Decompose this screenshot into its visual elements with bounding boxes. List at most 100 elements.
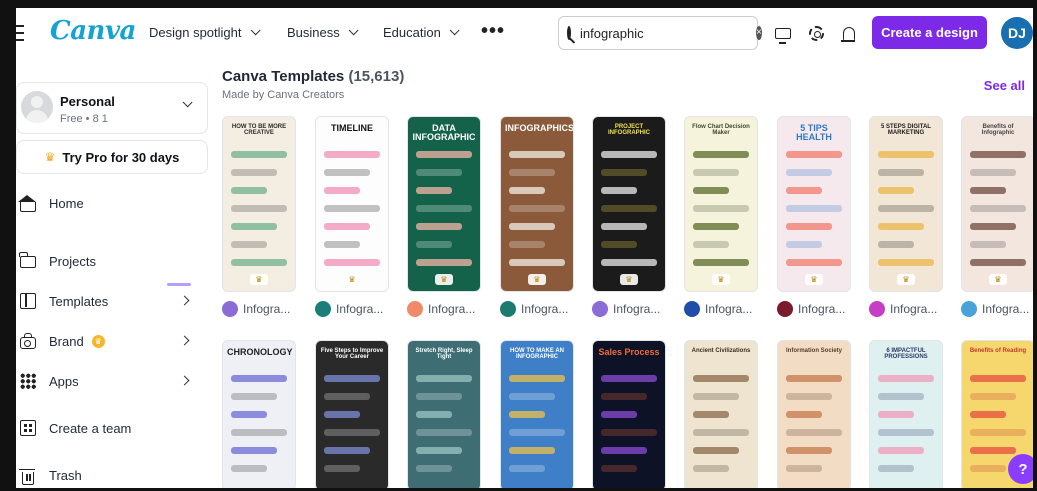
try-pro-label: Try Pro for 30 days: [62, 149, 180, 165]
template-card[interactable]: 6 IMPACTFUL PROFESSIONS: [869, 340, 943, 491]
menu-icon[interactable]: [16, 25, 24, 41]
search-box[interactable]: ×: [558, 16, 762, 50]
template-author[interactable]: Infogra...: [222, 301, 290, 317]
template-content-block: [231, 151, 287, 158]
template-content-block: [693, 223, 739, 230]
chevron-down-icon: [250, 25, 261, 36]
template-content-block: [878, 411, 914, 418]
template-content-block: [509, 447, 555, 454]
template-card[interactable]: Sales Process: [592, 340, 666, 491]
template-content-block: [878, 151, 934, 158]
template-title: TIMELINE: [331, 123, 373, 133]
monitor-icon[interactable]: [772, 22, 794, 44]
sidebar-item-trash[interactable]: Trash: [16, 460, 208, 490]
template-content-block: [601, 241, 637, 248]
nav-business[interactable]: Business: [287, 25, 359, 40]
template-title: CHRONOLOGY: [227, 347, 293, 357]
template-author[interactable]: Infogra...: [592, 301, 660, 317]
template-author[interactable]: Infogra...: [869, 301, 937, 317]
template-title: 5 TIPS HEALTH: [796, 123, 832, 143]
template-content-block: [231, 393, 277, 400]
template-card[interactable]: HOW TO MAKE AN INFOGRAPHIC: [500, 340, 574, 491]
template-content-block: [509, 151, 565, 158]
template-content-block: [231, 465, 267, 472]
template-content-block: [416, 205, 472, 212]
sidebar-item-create-team[interactable]: Create a team: [16, 413, 208, 443]
template-card[interactable]: Ancient Civilizations: [684, 340, 758, 491]
template-content-block: [231, 259, 287, 266]
template-content-block: [231, 411, 267, 418]
template-card[interactable]: CHRONOLOGY: [222, 340, 296, 491]
sidebar-item-templates[interactable]: Templates: [16, 286, 208, 316]
template-card[interactable]: DATA INFOGRAPHIC ♛: [407, 116, 481, 292]
canva-logo[interactable]: Canva: [50, 16, 136, 46]
template-card[interactable]: Five Steps to Improve Your Career: [315, 340, 389, 491]
search-input[interactable]: [580, 25, 756, 41]
create-design-button[interactable]: Create a design: [872, 16, 987, 49]
template-content-block: [324, 241, 360, 248]
template-content-block: [878, 241, 914, 248]
template-content-block: [416, 223, 462, 230]
pro-crown-icon: ♛: [805, 274, 823, 285]
templates-icon: [20, 293, 36, 309]
template-author[interactable]: Infogra...: [961, 301, 1029, 317]
clear-search-icon[interactable]: ×: [756, 26, 762, 40]
chevron-down-icon: [449, 25, 460, 36]
template-title: Stretch Right, Sleep Tight: [415, 348, 473, 361]
notifications-bell-icon[interactable]: [838, 22, 860, 44]
template-content-block: [324, 465, 360, 472]
template-content-block: [693, 205, 749, 212]
template-card[interactable]: HOW TO BE MORE CREATIVE ♛: [222, 116, 296, 292]
sidebar-item-apps[interactable]: Apps: [16, 366, 208, 396]
user-avatar[interactable]: DJ: [1001, 17, 1033, 49]
template-card[interactable]: 5 STEPS DIGITAL MARKETING ♛: [869, 116, 943, 292]
template-content-block: [786, 447, 832, 454]
more-menu-icon[interactable]: •••: [481, 20, 505, 43]
template-card[interactable]: PROJECT INFOGRAPHIC ♛: [592, 116, 666, 292]
try-pro-button[interactable]: ♛ Try Pro for 30 days: [16, 140, 208, 174]
template-content-block: [509, 187, 545, 194]
sidebar-item-projects[interactable]: Projects: [16, 246, 208, 276]
template-title: Ancient Civilizations: [691, 348, 751, 354]
template-content-block: [509, 205, 565, 212]
see-all-link[interactable]: See all: [984, 78, 1025, 93]
template-content-block: [786, 429, 842, 436]
template-author[interactable]: Infogra...: [315, 301, 383, 317]
template-card[interactable]: Benefits of Infographic ♛: [961, 116, 1035, 292]
home-icon: [18, 195, 36, 212]
nav-education[interactable]: Education: [383, 25, 460, 40]
pro-crown-icon: ♛: [897, 274, 915, 285]
template-card[interactable]: Stretch Right, Sleep Tight: [407, 340, 481, 491]
template-author[interactable]: Infogra...: [777, 301, 845, 317]
template-content-block: [601, 259, 657, 266]
template-content-block: [416, 465, 452, 472]
template-content-block: [878, 429, 934, 436]
sidebar-item-brand[interactable]: Brand ♛: [16, 326, 208, 356]
template-card[interactable]: TIMELINE ♛: [315, 116, 389, 292]
sidebar-item-label: Trash: [49, 467, 82, 483]
template-content-block: [601, 447, 647, 454]
template-card[interactable]: INFOGRAPHICS ♛: [500, 116, 574, 292]
template-author[interactable]: Infogra...: [407, 301, 475, 317]
template-card[interactable]: Information Society: [777, 340, 851, 491]
author-avatar-icon: [407, 301, 423, 317]
template-author[interactable]: Infogra...: [500, 301, 568, 317]
crown-icon: ♛: [44, 150, 56, 164]
template-title: Benefits of Infographic: [981, 124, 1015, 137]
settings-gear-icon[interactable]: [805, 22, 827, 44]
nav-design-spotlight[interactable]: Design spotlight: [149, 25, 261, 40]
template-content-block: [693, 429, 749, 436]
team-icon: [20, 420, 36, 436]
sidebar-item-home[interactable]: Home: [16, 188, 208, 218]
template-content-block: [970, 465, 1006, 472]
template-card[interactable]: Flow Chart Decision Maker ♛: [684, 116, 758, 292]
template-content-block: [878, 375, 934, 382]
template-content-block: [786, 241, 822, 248]
template-card[interactable]: 5 TIPS HEALTH ♛: [777, 116, 851, 292]
author-name: Infogra...: [428, 302, 476, 316]
help-button[interactable]: ?: [1008, 454, 1037, 484]
template-content-block: [601, 375, 657, 382]
account-switcher[interactable]: Personal Free • 8 1: [16, 82, 208, 134]
template-author[interactable]: Infogra...: [684, 301, 752, 317]
template-content-block: [416, 411, 452, 418]
